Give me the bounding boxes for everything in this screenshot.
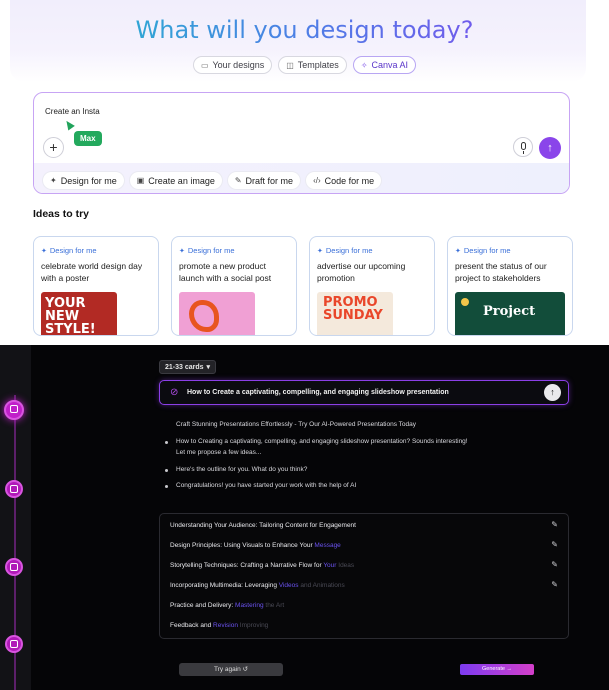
folder-icon: ▭ xyxy=(200,60,209,70)
submit-button[interactable]: ↑ xyxy=(544,384,561,401)
idea-card[interactable]: ✦ Design for me present the status of our… xyxy=(447,236,573,336)
ideas-heading: Ideas to try xyxy=(33,208,90,220)
card-text: present the status of our project to sta… xyxy=(455,261,547,283)
outline-item[interactable]: Practice and Delivery: Mastering the Art xyxy=(170,602,284,609)
tab-label: Canva AI xyxy=(371,60,409,70)
tab-label: Your designs xyxy=(212,60,265,70)
edit-icon[interactable]: ✎ xyxy=(551,540,558,549)
card-tag: ✦ Design for me xyxy=(41,246,97,255)
generate-button[interactable]: Generate → xyxy=(460,664,534,675)
outline-list: Understanding Your Audience: Tailoring C… xyxy=(159,513,569,639)
topic-input[interactable]: ⊘ How to Create a captivating, compellin… xyxy=(159,380,569,405)
code-icon: ‹/› xyxy=(313,176,321,185)
image-icon: ▣ xyxy=(136,176,145,185)
magic-icon: ✦ xyxy=(50,176,57,185)
document-step-icon[interactable] xyxy=(5,558,23,576)
chat-message: How to Creating a captivating, compellin… xyxy=(164,438,534,447)
draft-for-me-button[interactable]: ✎ Draft for me xyxy=(227,172,301,189)
step-rail xyxy=(0,345,31,690)
chat-message: Congratulations! you have started your w… xyxy=(164,482,534,491)
pen-icon: ✎ xyxy=(234,176,242,185)
attachment-icon[interactable]: ⊘ xyxy=(170,387,178,398)
design-for-me-button[interactable]: ✦ Design for me xyxy=(43,172,124,189)
add-button[interactable]: + xyxy=(43,137,64,158)
card-thumbnail xyxy=(179,292,255,335)
tab-your-designs[interactable]: ▭ Your designs xyxy=(192,56,273,74)
topic-text: How to Create a captivating, compelling,… xyxy=(187,389,449,396)
edit-icon[interactable]: ✎ xyxy=(551,520,558,529)
card-thumbnail: YOUR NEW STYLE! xyxy=(41,292,117,335)
sparkle-icon: ✧ xyxy=(360,60,368,70)
magic-icon: ✦ xyxy=(179,247,185,255)
slides-step-icon[interactable] xyxy=(4,400,24,420)
chat-message: Here's the outline for you. What do you … xyxy=(164,466,534,475)
idea-card[interactable]: ✦ Design for me celebrate world design da… xyxy=(33,236,159,336)
create-image-button[interactable]: ▣ Create an image xyxy=(129,172,222,189)
outline-item[interactable]: Design Principles: Using Visuals to Enha… xyxy=(170,542,341,549)
outline-item[interactable]: Feedback and Revision Improving xyxy=(170,622,268,629)
card-thumbnail: PROMO SUNDAY xyxy=(317,292,393,335)
card-tag: ✦ Design for me xyxy=(317,246,373,255)
magic-icon: ✦ xyxy=(455,247,461,255)
card-count-select[interactable]: 21-33 cards ▾ xyxy=(159,360,217,374)
export-step-icon[interactable] xyxy=(5,635,23,653)
tab-canva-ai[interactable]: ✧ Canva AI xyxy=(352,56,417,74)
page-title: What will you design today? xyxy=(0,16,609,44)
image-step-icon[interactable] xyxy=(5,480,23,498)
chat-log: Craft Stunning Presentations Effortlessl… xyxy=(164,421,534,499)
outline-item[interactable]: Incorporating Multimedia: Leveraging Vid… xyxy=(170,582,345,589)
send-button[interactable]: ↑ xyxy=(539,137,561,159)
idea-card[interactable]: ✦ Design for me promote a new product lau… xyxy=(171,236,297,336)
card-tag: ✦ Design for me xyxy=(179,246,235,255)
microphone-button[interactable] xyxy=(513,137,533,157)
outline-item[interactable]: Storytelling Techniques: Crafting a Narr… xyxy=(170,562,354,569)
idea-card[interactable]: ✦ Design for me advertise our upcoming pr… xyxy=(309,236,435,336)
chat-message: Let me propose a few ideas... xyxy=(176,449,262,456)
design-tabs: ▭ Your designs ◫ Templates ✧ Canva AI xyxy=(0,56,609,74)
card-text: celebrate world design day with a poster xyxy=(41,261,143,283)
generator-panel: 21-33 cards ▾ ⊘ How to Create a captivati… xyxy=(0,345,609,690)
magic-icon: ✦ xyxy=(41,247,47,255)
prompt-input[interactable]: Create an Insta xyxy=(45,107,100,116)
card-text: promote a new product launch with a soci… xyxy=(179,261,272,283)
prompt-actions: ✦ Design for me ▣ Create an image ✎ Draf… xyxy=(43,172,382,189)
template-icon: ◫ xyxy=(286,60,294,70)
card-thumbnail: Project xyxy=(455,292,565,335)
collaborator-tag: Max xyxy=(74,131,102,146)
tab-label: Templates xyxy=(297,60,339,70)
canva-panel: What will you design today? ▭ Your desig… xyxy=(0,0,609,345)
microphone-icon xyxy=(521,142,526,150)
chevron-down-icon: ▾ xyxy=(206,364,211,371)
edit-icon[interactable]: ✎ xyxy=(551,580,558,589)
edit-icon[interactable]: ✎ xyxy=(551,560,558,569)
ideas-list: ✦ Design for me celebrate world design da… xyxy=(33,236,573,336)
tab-templates[interactable]: ◫ Templates xyxy=(278,56,347,74)
try-again-button[interactable]: Try again ↺ xyxy=(179,663,283,676)
card-text: advertise our upcoming promotion xyxy=(317,261,406,283)
outline-item[interactable]: Understanding Your Audience: Tailoring C… xyxy=(170,522,356,529)
magic-icon: ✦ xyxy=(317,247,323,255)
code-for-me-button[interactable]: ‹/› Code for me xyxy=(306,172,382,189)
card-tag: ✦ Design for me xyxy=(455,246,511,255)
chat-message: Craft Stunning Presentations Effortlessl… xyxy=(176,421,417,428)
